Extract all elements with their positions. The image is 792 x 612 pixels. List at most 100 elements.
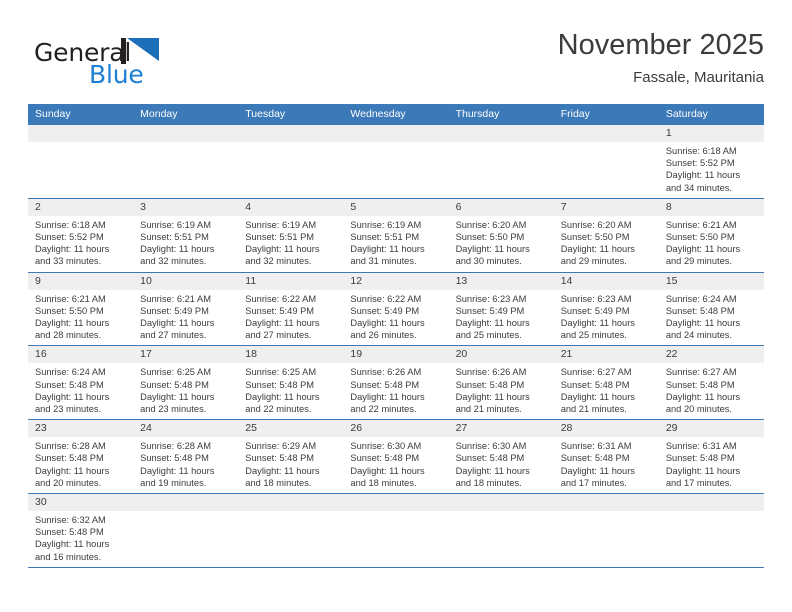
- daylight-text-line2: and 34 minutes.: [665, 182, 732, 193]
- daylight-text-line1: Daylight: 11 hours: [35, 318, 110, 329]
- calendar-week-row: 16 Sunrise: 6:24 AM Sunset: 5:48 PM Dayligh…: [28, 346, 764, 421]
- sunset-text: Sunset: 5:48 PM: [665, 379, 735, 390]
- sunrise-text: Sunrise: 6:19 AM: [245, 219, 317, 230]
- calendar-day-cell[interactable]: 27 Sunrise: 6:30 AM Sunset: 5:48 PM Dayligh…: [448, 420, 554, 494]
- calendar-day-cell[interactable]: 26 Sunrise: 6:30 AM Sunset: 5:48 PM Dayligh…: [343, 420, 449, 494]
- calendar-day-cell[interactable]: 13 Sunrise: 6:23 AM Sunset: 5:49 PM Dayligh…: [448, 272, 554, 346]
- sunset-text: Sunset: 5:51 PM: [140, 232, 209, 243]
- calendar-day-cell[interactable]: 12 Sunrise: 6:22 AM Sunset: 5:49 PM Dayligh…: [343, 272, 449, 346]
- day-number: [448, 494, 554, 512]
- sunrise-text: Sunrise: 6:32 AM: [35, 515, 106, 526]
- daylight-text-line2: and 29 minutes.: [665, 256, 732, 267]
- sunrise-text: Sunrise: 6:26 AM: [350, 367, 422, 378]
- calendar-day-cell[interactable]: 10 Sunrise: 6:21 AM Sunset: 5:49 PM Dayligh…: [133, 272, 239, 346]
- calendar-day-cell[interactable]: 14 Sunrise: 6:23 AM Sunset: 5:49 PM Dayligh…: [553, 272, 659, 346]
- day-number: 24: [133, 420, 239, 438]
- daylight-text-line1: Daylight: 11 hours: [140, 318, 215, 329]
- calendar-day-cell[interactable]: 8 Sunrise: 6:21 AM Sunset: 5:50 PM Daylight…: [658, 198, 764, 272]
- day-number: 18: [238, 346, 344, 364]
- calendar-day-cell[interactable]: 15 Sunrise: 6:24 AM Sunset: 5:48 PM Dayligh…: [658, 272, 764, 346]
- sunset-text: Sunset: 5:48 PM: [35, 527, 104, 538]
- day-details: Sunrise: 6:31 AM Sunset: 5:48 PM Daylight:…: [659, 437, 764, 493]
- daylight-text-line2: and 28 minutes.: [35, 330, 102, 341]
- calendar-day-cell[interactable]: 4 Sunrise: 6:19 AM Sunset: 5:51 PM Daylight…: [238, 198, 344, 272]
- sunrise-text: Sunrise: 6:25 AM: [140, 367, 211, 378]
- daylight-text-line1: Daylight: 11 hours: [140, 244, 215, 255]
- calendar-day-cell[interactable]: 5 Sunrise: 6:19 AM Sunset: 5:51 PM Daylight…: [343, 198, 449, 272]
- day-number: 13: [448, 272, 554, 290]
- day-number: [238, 494, 344, 512]
- calendar-day-cell[interactable]: 28 Sunrise: 6:31 AM Sunset: 5:48 PM Dayligh…: [553, 420, 659, 494]
- sunset-text: Sunset: 5:49 PM: [245, 305, 315, 316]
- daylight-text-line2: and 17 minutes.: [560, 477, 627, 488]
- sunrise-text: Sunrise: 6:20 AM: [455, 219, 527, 230]
- sunrise-text: Sunrise: 6:18 AM: [665, 146, 737, 156]
- calendar-day-cell[interactable]: 19 Sunrise: 6:26 AM Sunset: 5:48 PM Dayligh…: [343, 346, 449, 420]
- daylight-text-line1: Daylight: 11 hours: [560, 465, 635, 476]
- calendar-day-cell[interactable]: 9 Sunrise: 6:21 AM Sunset: 5:50 PM Daylight…: [28, 272, 134, 346]
- day-number: 26: [343, 420, 449, 438]
- daylight-text-line2: and 27 minutes.: [245, 330, 312, 341]
- day-number: 11: [238, 272, 344, 290]
- calendar-week-row: 2 Sunrise: 6:18 AM Sunset: 5:52 PM Daylight…: [28, 198, 764, 273]
- sunset-text: Sunset: 5:48 PM: [455, 453, 525, 464]
- weekday-header-thursday: Thursday: [455, 108, 500, 120]
- daylight-text-line2: and 19 minutes.: [140, 477, 207, 488]
- daylight-text-line2: and 31 minutes.: [350, 256, 417, 267]
- sunset-text: Sunset: 5:52 PM: [665, 158, 735, 169]
- calendar-day-cell[interactable]: 18 Sunrise: 6:25 AM Sunset: 5:48 PM Dayligh…: [238, 346, 344, 420]
- calendar-day-cell[interactable]: 3 Sunrise: 6:19 AM Sunset: 5:51 PM Daylight…: [133, 198, 239, 272]
- day-number: 6: [448, 198, 554, 216]
- day-details: Sunrise: 6:29 AM Sunset: 5:48 PM Daylight:…: [238, 437, 343, 493]
- day-number: 16: [28, 346, 134, 364]
- calendar-day-cell[interactable]: 16 Sunrise: 6:24 AM Sunset: 5:48 PM Dayligh…: [28, 346, 134, 420]
- sunrise-text: Sunrise: 6:26 AM: [455, 367, 527, 378]
- sunset-text: Sunset: 5:48 PM: [35, 379, 104, 390]
- sunrise-text: Sunrise: 6:22 AM: [350, 293, 422, 304]
- day-number: [238, 125, 344, 142]
- sunrise-text: Sunrise: 6:27 AM: [560, 367, 632, 378]
- sunrise-text: Sunrise: 6:30 AM: [455, 441, 527, 452]
- sunset-text: Sunset: 5:48 PM: [35, 453, 104, 464]
- daylight-text-line2: and 18 minutes.: [245, 477, 312, 488]
- daylight-text-line2: and 23 minutes.: [140, 404, 207, 415]
- sunrise-text: Sunrise: 6:28 AM: [140, 441, 211, 452]
- calendar-day-cell[interactable]: 17 Sunrise: 6:25 AM Sunset: 5:48 PM Dayligh…: [133, 346, 239, 420]
- calendar-day-cell[interactable]: 22 Sunrise: 6:27 AM Sunset: 5:48 PM Dayligh…: [658, 346, 764, 420]
- day-details: Sunrise: 6:31 AM Sunset: 5:48 PM Daylight:…: [554, 437, 659, 493]
- daylight-text-line2: and 26 minutes.: [350, 330, 417, 341]
- calendar-day-cell[interactable]: 24 Sunrise: 6:28 AM Sunset: 5:48 PM Dayligh…: [133, 420, 239, 494]
- calendar-day-cell-empty: [133, 125, 239, 198]
- daylight-text-line1: Daylight: 11 hours: [350, 391, 425, 402]
- general-blue-logo[interactable]: General Blue: [34, 32, 204, 92]
- calendar-day-cell[interactable]: 6 Sunrise: 6:20 AM Sunset: 5:50 PM Daylight…: [448, 198, 554, 272]
- calendar-day-cell[interactable]: 25 Sunrise: 6:29 AM Sunset: 5:48 PM Dayligh…: [238, 420, 344, 494]
- sunset-text: Sunset: 5:48 PM: [245, 453, 315, 464]
- calendar-day-cell[interactable]: 21 Sunrise: 6:27 AM Sunset: 5:48 PM Dayligh…: [553, 346, 659, 420]
- sunrise-text: Sunrise: 6:21 AM: [140, 293, 211, 304]
- calendar-day-cell[interactable]: 23 Sunrise: 6:28 AM Sunset: 5:48 PM Dayligh…: [28, 420, 134, 494]
- page-header: General Blue November 2025 Fassale, Maur…: [28, 28, 764, 100]
- day-number: 12: [343, 272, 449, 290]
- daylight-text-line2: and 32 minutes.: [140, 256, 207, 267]
- daylight-text-line1: Daylight: 11 hours: [665, 244, 741, 255]
- calendar-page: General Blue November 2025 Fassale, Maur…: [0, 0, 792, 612]
- logo-text-blue: Blue: [89, 60, 144, 89]
- calendar-day-cell[interactable]: 29 Sunrise: 6:31 AM Sunset: 5:48 PM Dayligh…: [658, 420, 764, 494]
- calendar-day-cell[interactable]: 20 Sunrise: 6:26 AM Sunset: 5:48 PM Dayligh…: [448, 346, 554, 420]
- sunrise-text: Sunrise: 6:25 AM: [245, 367, 317, 378]
- calendar-day-cell[interactable]: 7 Sunrise: 6:20 AM Sunset: 5:50 PM Daylight…: [553, 198, 659, 272]
- sunset-text: Sunset: 5:49 PM: [140, 305, 209, 316]
- calendar-day-cell[interactable]: 1 Sunrise: 6:18 AM Sunset: 5:52 PM Daylight…: [658, 125, 764, 198]
- daylight-text-line1: Daylight: 11 hours: [665, 170, 741, 181]
- sunset-text: Sunset: 5:48 PM: [560, 379, 630, 390]
- calendar-day-cell[interactable]: 2 Sunrise: 6:18 AM Sunset: 5:52 PM Daylight…: [28, 198, 134, 272]
- sunrise-text: Sunrise: 6:20 AM: [560, 219, 632, 230]
- sunset-text: Sunset: 5:51 PM: [350, 232, 420, 243]
- calendar-day-cell[interactable]: 30 Sunrise: 6:32 AM Sunset: 5:48 PM Dayligh…: [28, 494, 134, 567]
- daylight-text-line1: Daylight: 11 hours: [455, 244, 530, 255]
- calendar-day-cell[interactable]: 11 Sunrise: 6:22 AM Sunset: 5:49 PM Dayligh…: [238, 272, 344, 346]
- daylight-text-line2: and 17 minutes.: [665, 477, 732, 488]
- day-number: [448, 125, 554, 142]
- daylight-text-line1: Daylight: 11 hours: [350, 465, 425, 476]
